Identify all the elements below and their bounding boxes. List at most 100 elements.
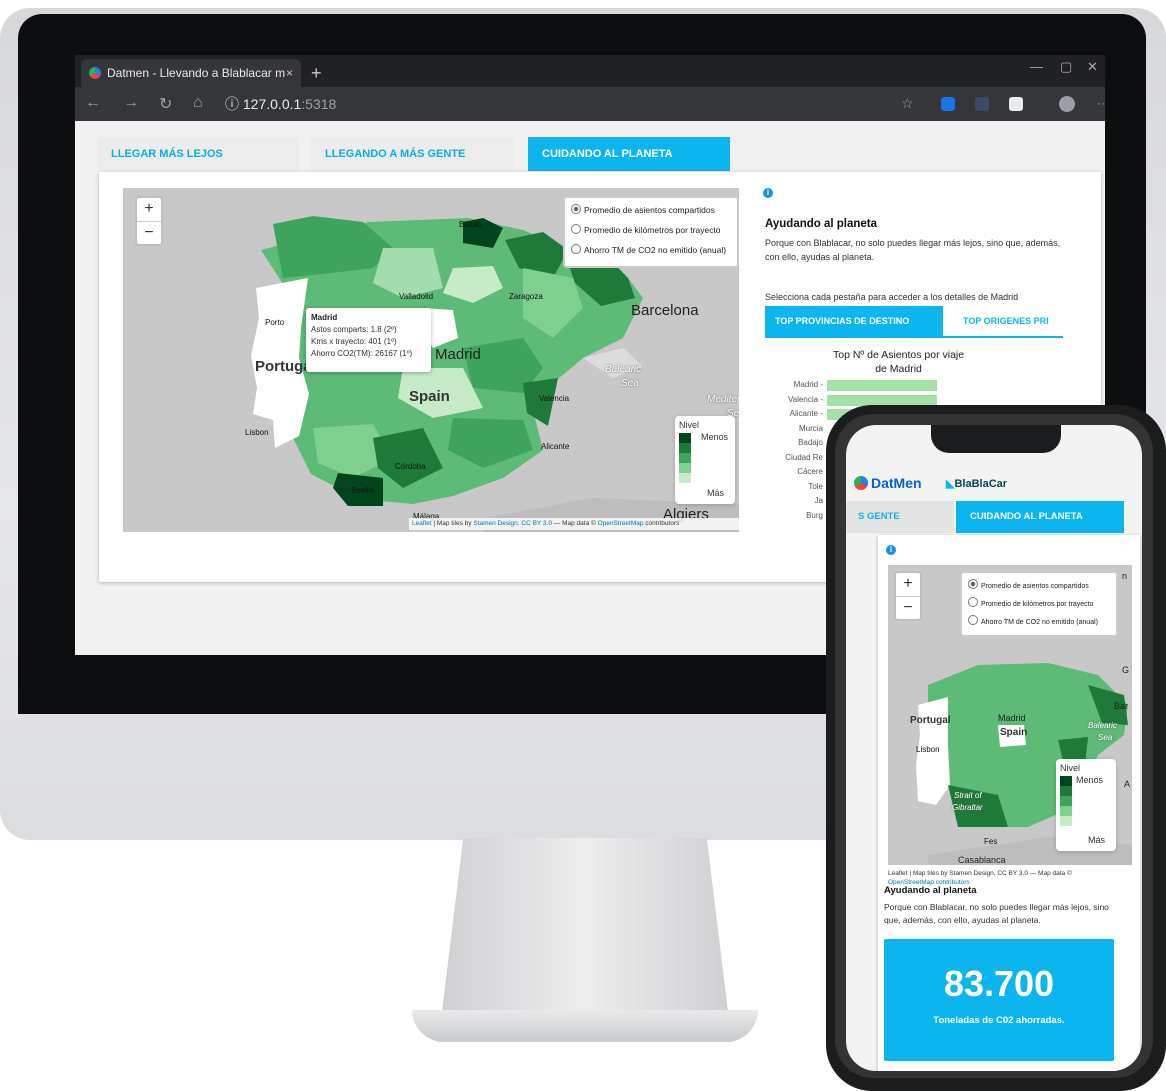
layer-label: Promedio de asientos compartidos: [981, 583, 1089, 590]
radio-icon[interactable]: [571, 244, 581, 254]
leaflet-link[interactable]: Leaflet: [412, 520, 432, 527]
map-label-valencia: Valencia: [539, 394, 570, 403]
back-icon[interactable]: ←: [85, 94, 101, 112]
phone-map-label-spain: Spain: [1000, 727, 1028, 738]
layer-label: Promedio de asientos compartidos: [584, 205, 715, 215]
subtab-top-origenes[interactable]: TOP ORIGENES PRI: [953, 306, 1063, 336]
zoom-in-button[interactable]: +: [137, 198, 161, 222]
legend-swatch: [1060, 806, 1072, 816]
zoom-out-button[interactable]: −: [137, 222, 161, 245]
browser-tab[interactable]: Datmen - Llevando a Blablacar m ×: [81, 59, 301, 87]
attribution-text: Leaflet | Map tiles by Stamen Design, CC…: [888, 870, 1072, 877]
chart-category-label: Burg: [806, 510, 823, 520]
phone-tab-gente[interactable]: S GENTE: [846, 501, 954, 533]
home-icon[interactable]: ⌂: [193, 94, 203, 112]
map-label-cordoba: Córdoba: [395, 462, 426, 471]
subtab-top-provincias[interactable]: TOP PROVINCIAS DE DESTINO: [765, 306, 943, 336]
map-attribution: Leaflet | Map tiles by Stamen Design, CC…: [409, 518, 739, 530]
phone-screen: DatMen ◣BlaBlaCar S GENTE CUIDANDO AL PL…: [846, 425, 1142, 1071]
phone-map-label: G: [1122, 665, 1130, 675]
new-tab-button[interactable]: +: [311, 59, 322, 87]
profile-avatar[interactable]: [1059, 96, 1075, 112]
phone-zoom-out-button[interactable]: −: [896, 597, 920, 620]
more-menu-icon[interactable]: ···: [1097, 96, 1105, 110]
stamen-link[interactable]: Stamen Design, CC BY 3.0: [473, 520, 552, 527]
choropleth-map[interactable]: + − Promedio de asientos compartidos Pro…: [123, 188, 739, 532]
legend-swatch: [1060, 776, 1072, 786]
brand-name: DatMen: [871, 475, 922, 491]
panel-heading: Ayudando al planeta: [765, 218, 878, 230]
chart-category-label: Alicante -: [789, 409, 823, 418]
stat-label: Toneladas de C02 ahorradas.: [933, 1015, 1065, 1026]
radio-icon[interactable]: [968, 597, 978, 607]
phone-map[interactable]: + − Promedio de asientos compartidos Pro…: [888, 565, 1132, 865]
panel-select-text: Selecciona cada pestaña para acceder a l…: [765, 292, 1019, 302]
layer-option-co2[interactable]: Ahorro TM de CO2 no emitido (anual): [571, 244, 726, 255]
subtab-underline: [765, 336, 1063, 338]
site-info-icon[interactable]: ⓘ: [225, 96, 239, 112]
forward-icon[interactable]: →: [123, 94, 139, 112]
tab-close-icon[interactable]: ×: [286, 59, 293, 87]
attribution-text: | Map tiles by: [431, 520, 474, 527]
extension-icon[interactable]: [941, 97, 955, 111]
radio-selected-icon[interactable]: [571, 204, 581, 214]
tab-llegar-mas-lejos[interactable]: LLEGAR MÁS LEJOS: [97, 137, 299, 171]
phone-zoom-in-button[interactable]: +: [896, 573, 920, 597]
radio-icon[interactable]: [571, 224, 581, 234]
info-icon[interactable]: i: [886, 545, 896, 555]
layer-label: Promedio de kilómetros por trayecto: [584, 225, 721, 235]
phone-tab-planeta[interactable]: CUIDANDO AL PLANETA: [956, 501, 1124, 533]
info-icon[interactable]: i: [763, 188, 773, 198]
tab-llegando-a-mas-gente[interactable]: LLEGANDO A MÁS GENTE: [311, 137, 513, 171]
map-tooltip: Madrid Astos comparts: 1.8 (2º) Kms x tr…: [306, 308, 431, 372]
map-label-sea: Sea: [621, 378, 639, 389]
monitor-stand: [440, 838, 730, 1028]
layer-label: Promedio de kilómetros por trayecto: [981, 601, 1094, 608]
url-host: 127.0.0.1: [242, 96, 302, 112]
favorite-star-icon[interactable]: ☆: [901, 95, 914, 112]
layer-label: Ahorro TM de CO2 no emitido (anual): [981, 619, 1098, 626]
minimize-icon[interactable]: —: [1030, 59, 1043, 74]
attribution-text: — Map data ©: [551, 520, 598, 527]
layer-option-asientos[interactable]: Promedio de asientos compartidos: [571, 204, 715, 215]
map-label-valladolid: Valladolid: [399, 292, 434, 301]
address-bar[interactable]: ⓘ 127.0.0.1:5318: [225, 93, 875, 115]
phone-map-label: A: [1124, 779, 1131, 789]
chart-category-label: Badajo: [798, 438, 823, 447]
layer-selector: Promedio de asientos compartidos Promedi…: [563, 196, 739, 268]
browser-toolbar: ← → ↻ ⌂ ⓘ 127.0.0.1:5318 ☆ ···: [75, 87, 1105, 121]
phone-map-label-casablanca: Casablanca: [958, 855, 1006, 865]
phone-zoom-control: + −: [894, 571, 922, 621]
phone-text: Porque con Blablacar, no solo puedes lle…: [884, 902, 1109, 925]
tooltip-line: Kms x trayecto: 401 (1º): [311, 337, 397, 346]
tooltip-line: Astos comparts: 1.8 (2º): [311, 325, 397, 334]
layer-label: Ahorro TM de CO2 no emitido (anual): [584, 245, 727, 255]
phone-brand: DatMen: [854, 475, 922, 491]
extension-icon[interactable]: [1009, 97, 1023, 111]
radio-icon[interactable]: [968, 615, 978, 625]
restore-icon[interactable]: ▢: [1060, 59, 1072, 75]
extension-icon[interactable]: [975, 97, 989, 111]
phone-map-legend: Nivel Menos Más: [1056, 759, 1116, 851]
phone-layer-selector: Promedio de asientos compartidos Promedi…: [960, 571, 1118, 637]
phone-heading: Ayudando al planeta: [884, 885, 977, 896]
chart-category-label: Madrid -: [793, 380, 823, 389]
radio-selected-icon[interactable]: [968, 579, 978, 589]
phone-layer-option[interactable]: Promedio de asientos compartidos: [968, 579, 1089, 590]
reload-icon[interactable]: ↻: [159, 94, 172, 114]
panel-text: Porque con Blablacar, no solo puedes lle…: [765, 238, 1061, 262]
phone-layer-option[interactable]: Ahorro TM de CO2 no emitido (anual): [968, 615, 1098, 626]
chart-category-label: Ciudad Re: [785, 452, 823, 462]
phone-map-label: n: [1122, 571, 1128, 581]
chart-title: Top Nº de Asientos por viaje de Madrid: [833, 348, 964, 376]
close-window-icon[interactable]: ✕: [1087, 59, 1098, 75]
tooltip-title: Madrid: [311, 313, 338, 322]
chart-bar: [827, 394, 937, 406]
legend-swatch: [679, 433, 691, 443]
tab-cuidando-al-planeta[interactable]: CUIDANDO AL PLANETA: [528, 137, 730, 171]
legend-high: Más: [707, 488, 725, 498]
osm-link[interactable]: OpenStreetMap: [598, 520, 644, 527]
phone-layer-option[interactable]: Promedio de kilómetros por trayecto: [968, 597, 1093, 608]
layer-option-kilometros[interactable]: Promedio de kilómetros por trayecto: [571, 224, 721, 235]
attribution-text: contributors: [643, 520, 680, 527]
